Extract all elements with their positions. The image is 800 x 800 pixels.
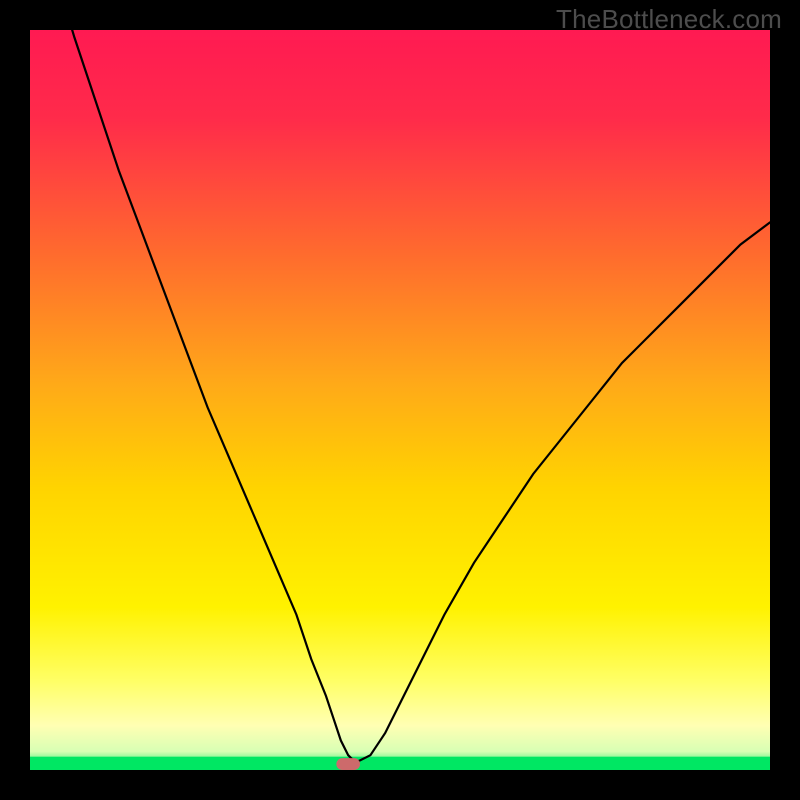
bottleneck-curve-chart bbox=[30, 30, 770, 770]
plot-area bbox=[30, 30, 770, 770]
current-config-marker bbox=[336, 758, 360, 770]
watermark-text: TheBottleneck.com bbox=[556, 4, 782, 35]
chart-container: TheBottleneck.com bbox=[0, 0, 800, 800]
gradient-background bbox=[30, 30, 770, 770]
optimal-band bbox=[30, 757, 770, 770]
